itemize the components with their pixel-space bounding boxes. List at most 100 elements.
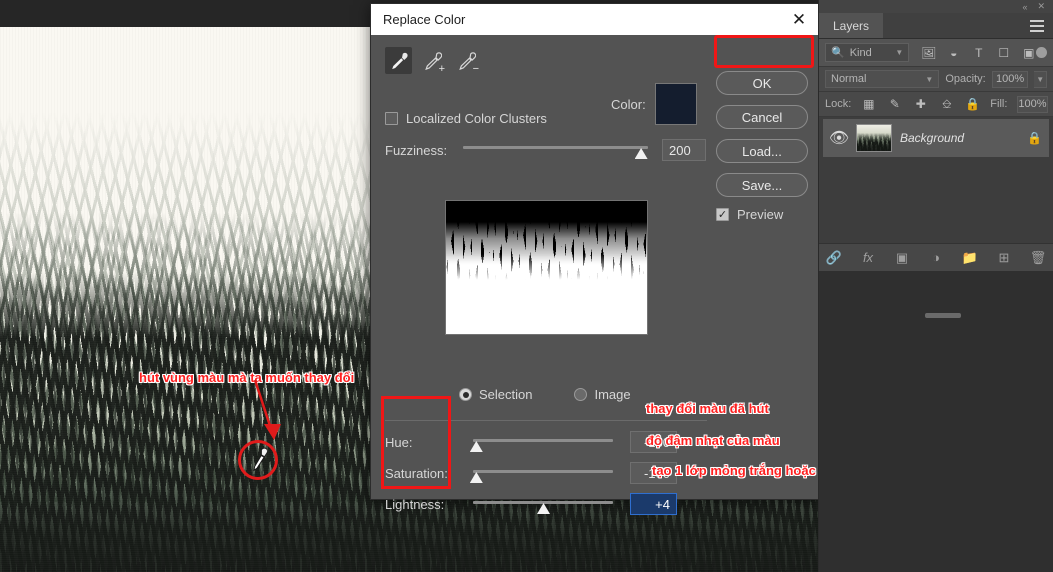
lightness-slider[interactable] (473, 497, 613, 513)
layer-thumbnail (856, 124, 892, 152)
new-group-icon[interactable]: 📁 (962, 250, 978, 266)
radio-image[interactable]: Image (574, 387, 630, 402)
annotation-saturation: độ đậm nhạt của màu (646, 433, 780, 448)
eyedropper-add-tool[interactable]: + (419, 47, 446, 74)
layer-filter-kind-label: Kind (850, 47, 872, 59)
blend-mode-value: Normal (831, 73, 866, 85)
opacity-stepper[interactable]: ▼ (1034, 71, 1047, 88)
lightness-row: Lightness: +4 (385, 493, 805, 524)
localized-color-clusters-row[interactable]: Localized Color Clusters (385, 111, 547, 126)
opacity-label: Opacity: (945, 73, 985, 85)
opacity-value[interactable]: 100% (992, 71, 1029, 88)
cancel-button[interactable]: Cancel (716, 105, 808, 129)
annotation-lightness: tạo 1 lớp mỏng trắng hoặc đen (652, 463, 843, 478)
close-icon[interactable]: ✕ (1037, 1, 1045, 12)
fuzziness-knob[interactable] (635, 148, 648, 159)
radio-image-indicator[interactable] (574, 388, 587, 401)
preview-checkbox-row[interactable]: ✓ Preview (716, 207, 808, 222)
dialog-button-column: OK Cancel Load... Save... ✓ Preview (716, 71, 808, 222)
new-layer-icon[interactable]: ⊞ (996, 250, 1012, 266)
tab-layers[interactable]: Layers (819, 13, 883, 38)
color-swatch-row: Color: (611, 83, 697, 125)
radio-image-label: Image (594, 387, 630, 402)
layer-row-background[interactable]: 👁 Background 🔒 (823, 119, 1049, 157)
eyedropper-subtract-tool[interactable]: − (453, 47, 480, 74)
ok-button[interactable]: OK (716, 71, 808, 95)
eyedropper-add-sign: + (439, 64, 445, 74)
layer-filter-kind-select[interactable]: 🔍 Kind ▼ (825, 43, 909, 62)
color-label: Color: (611, 97, 646, 112)
layers-panel: « ✕ Layers 🔍 Kind ▼ 🖼 ◒ T ☐ ▣ No (818, 0, 1053, 572)
eyedropper-subtract-sign: − (473, 64, 479, 74)
adjustment-layer-icon[interactable]: ◑ (928, 250, 944, 266)
layer-filter-icons: 🖼 ◒ T ☐ ▣ (921, 45, 1036, 60)
eye-icon[interactable]: 👁 (830, 128, 848, 148)
all-lock-icon[interactable]: 🔒 (965, 97, 980, 112)
localized-color-clusters-label: Localized Color Clusters (406, 111, 547, 126)
filter-toggle[interactable] (1036, 47, 1047, 58)
hamburger-menu-icon[interactable] (1030, 20, 1044, 32)
photoshop-window: hút vùng màu mà ta muốn thay đổi Replace… (0, 0, 1053, 572)
shape-layers-icon[interactable]: ☐ (996, 45, 1011, 60)
link-layers-icon[interactable]: 🔗 (826, 250, 842, 266)
hue-slider[interactable] (473, 435, 613, 451)
blend-mode-row: Normal ▼ Opacity: 100% ▼ (819, 67, 1053, 92)
eyedropper-tool[interactable] (385, 47, 412, 74)
lock-row: Lock: ▦ ✎ ✚ ⎒ 🔒 Fill: 100% ▼ (819, 92, 1053, 117)
annotation-hue: thay đổi màu đã hút (646, 401, 769, 416)
dialog-titlebar: Replace Color ✕ (371, 4, 819, 35)
type-layers-icon[interactable]: T (971, 45, 986, 60)
hue-track (473, 439, 613, 442)
chevron-down-icon: ▼ (925, 75, 933, 84)
mask-solid-area (445, 254, 648, 335)
saturation-knob[interactable] (470, 472, 483, 483)
fill-value[interactable]: 100% (1017, 96, 1047, 113)
pixel-layers-icon[interactable]: 🖼 (921, 45, 936, 60)
chevron-down-icon: ▼ (895, 48, 903, 57)
fuzziness-row: Fuzziness: 200 (385, 139, 706, 161)
blend-mode-select[interactable]: Normal ▼ (825, 70, 939, 88)
fill-label: Fill: (990, 98, 1007, 110)
saturation-slider[interactable] (473, 466, 613, 482)
fuzziness-value[interactable]: 200 (662, 139, 706, 161)
lock-label: Lock: (825, 98, 851, 110)
selection-mask (446, 201, 647, 334)
lightness-value[interactable]: +4 (630, 493, 677, 515)
save-button[interactable]: Save... (716, 173, 808, 197)
panel-tab-bar: Layers (819, 13, 1053, 39)
lightness-knob[interactable] (537, 503, 550, 514)
lock-icon[interactable]: 🔒 (1027, 131, 1042, 145)
layer-mask-icon[interactable]: ▣ (894, 250, 910, 266)
hue-knob[interactable] (470, 441, 483, 452)
layer-name: Background (900, 131, 1019, 145)
smart-object-icon[interactable]: ▣ (1021, 45, 1036, 60)
position-lock-icon[interactable]: ✚ (913, 97, 928, 112)
layer-style-icon[interactable]: fx (860, 250, 876, 266)
saturation-label: Saturation: (385, 466, 448, 481)
fuzziness-label: Fuzziness: (385, 143, 463, 158)
panel-window-controls: « ✕ (819, 0, 1053, 13)
dialog-title: Replace Color (383, 12, 465, 27)
delete-layer-icon[interactable]: 🗑 (1030, 250, 1046, 266)
search-icon: 🔍 (831, 46, 845, 59)
radio-selection[interactable]: Selection (459, 387, 532, 402)
image-lock-icon[interactable]: ✎ (887, 97, 902, 112)
color-swatch[interactable] (655, 83, 697, 125)
horizontal-scrollbar[interactable] (925, 313, 961, 318)
fuzziness-slider[interactable] (463, 142, 648, 158)
transparency-lock-icon[interactable]: ▦ (861, 97, 876, 112)
localized-color-clusters-checkbox[interactable] (385, 112, 398, 125)
lightness-track (473, 501, 613, 504)
load-button[interactable]: Load... (716, 139, 808, 163)
artboard-lock-icon[interactable]: ⎒ (939, 97, 954, 112)
lightness-label: Lightness: (385, 497, 444, 512)
selection-preview[interactable] (445, 200, 648, 335)
radio-selection-indicator[interactable] (459, 388, 472, 401)
replacement-divider (385, 420, 707, 421)
adjustment-layers-icon[interactable]: ◒ (946, 45, 961, 60)
lock-icons: ▦ ✎ ✚ ⎒ 🔒 (861, 97, 980, 112)
close-icon[interactable]: ✕ (788, 9, 810, 31)
preview-checkbox[interactable]: ✓ (716, 208, 729, 221)
layer-list: 👁 Background 🔒 (819, 117, 1053, 243)
collapse-panels-icon[interactable]: « (1022, 2, 1027, 12)
